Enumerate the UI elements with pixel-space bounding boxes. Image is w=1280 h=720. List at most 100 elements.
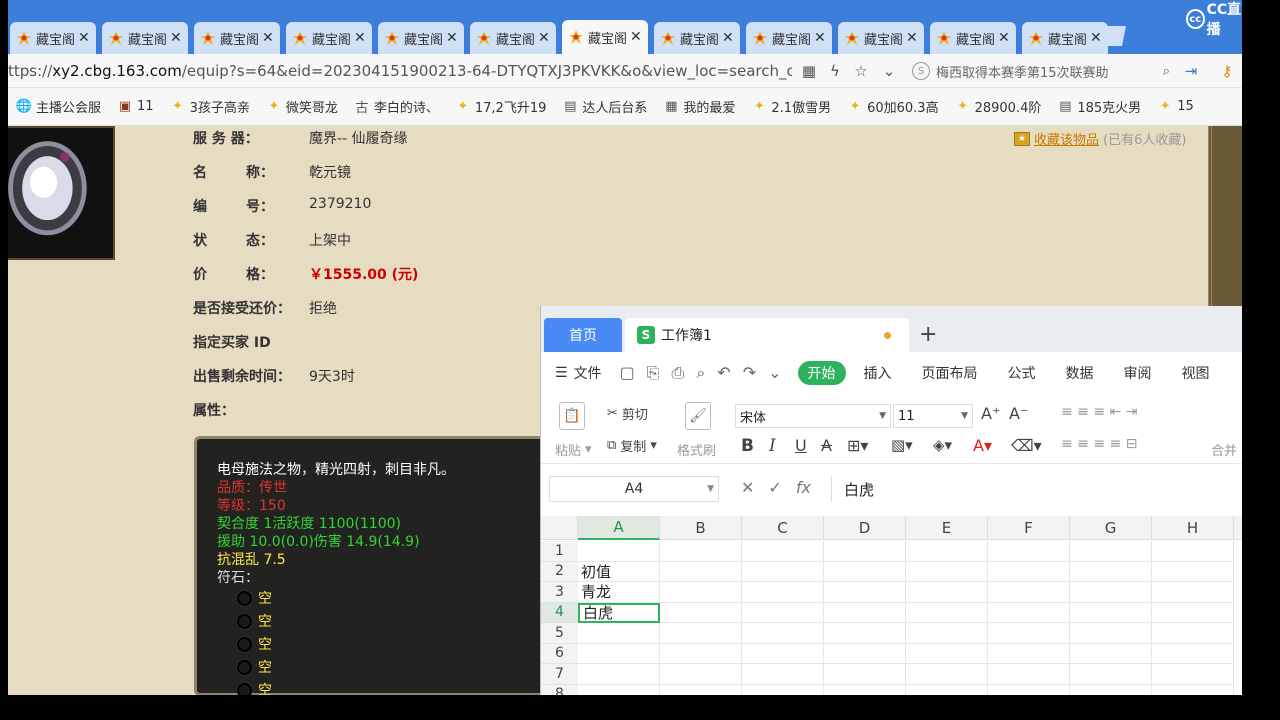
row-header[interactable]: 7 — [541, 664, 578, 685]
grid-cell[interactable] — [742, 643, 824, 664]
bookmark-item[interactable]: ✦ 3孩子高亲 — [170, 97, 250, 116]
grid-cell[interactable] — [660, 664, 742, 685]
ribbon-tab[interactable]: 公式 — [1008, 363, 1036, 383]
grid-cell[interactable] — [906, 664, 988, 685]
eraser-icon[interactable]: ⌫▾ — [1011, 436, 1042, 455]
row-header[interactable]: 5 — [541, 623, 578, 644]
close-icon[interactable]: ✕ — [354, 30, 366, 46]
strikethrough-icon[interactable]: A — [821, 436, 832, 455]
browser-tab[interactable]: 藏宝阁 ✕ — [1022, 22, 1108, 54]
file-menu[interactable]: ☰ 文件 — [555, 363, 602, 383]
column-header[interactable]: F — [988, 516, 1070, 540]
format-painter-button[interactable]: 格式刷 — [677, 440, 716, 459]
browser-tab[interactable]: 藏宝阁 ✕ — [562, 20, 648, 54]
grid-cell[interactable] — [1070, 623, 1152, 644]
chevron-down-icon[interactable]: ⌄ — [768, 363, 781, 383]
tab-start[interactable]: 开始 — [797, 361, 846, 385]
url-field[interactable]: ttps://xy2.cbg.163.com/equip?s=64&eid=20… — [8, 62, 792, 80]
login-icon[interactable]: ⇥ — [1180, 60, 1202, 82]
grid-cell[interactable] — [906, 602, 988, 623]
font-size-select[interactable]: 11 ▼ — [893, 404, 973, 428]
grid-cell[interactable] — [1070, 664, 1152, 685]
grid-cell[interactable] — [906, 684, 988, 695]
ribbon-tab[interactable]: 页面布局 — [922, 363, 978, 383]
grid-cell[interactable] — [1070, 561, 1152, 582]
lightning-icon[interactable]: ϟ — [824, 60, 846, 82]
align-top-icon[interactable]: ≡ ≡ ≡ ⇤ ⇥ — [1061, 404, 1137, 420]
decrease-font-icon[interactable]: A⁻ — [1009, 404, 1028, 423]
grid-cell[interactable] — [1070, 582, 1152, 603]
grid-cell[interactable] — [1152, 561, 1234, 582]
grid-cell[interactable] — [578, 541, 660, 562]
key-icon[interactable]: ⚷ — [1216, 60, 1238, 82]
grid-cell[interactable] — [660, 582, 742, 603]
grid-cell[interactable] — [660, 541, 742, 562]
bookmark-item[interactable]: ✦ 15 — [1157, 99, 1194, 115]
redo-icon[interactable]: ↷ — [743, 363, 756, 383]
grid-cell[interactable] — [742, 561, 824, 582]
grid-cell[interactable] — [988, 684, 1070, 695]
grid-cell[interactable] — [988, 561, 1070, 582]
grid-cell[interactable] — [742, 582, 824, 603]
grid-cell[interactable] — [660, 684, 742, 695]
grid-cell[interactable] — [988, 643, 1070, 664]
row-header[interactable]: 6 — [541, 643, 578, 664]
row-header[interactable]: 2 — [541, 561, 578, 582]
browser-tab[interactable]: 藏宝阁 ✕ — [286, 22, 372, 54]
star-icon[interactable]: ☆ — [850, 60, 872, 82]
new-tab-button[interactable] — [1098, 24, 1128, 48]
column-header[interactable]: E — [906, 516, 988, 540]
grid-cell[interactable] — [1070, 684, 1152, 695]
bookmark-item[interactable]: ✦ 17,2飞升19 — [455, 97, 546, 116]
wps-document-tab[interactable]: S 工作簿1 — [625, 318, 909, 352]
grid-cell[interactable] — [1070, 602, 1152, 623]
column-header[interactable]: C — [742, 516, 824, 540]
increase-font-icon[interactable]: A⁺ — [981, 404, 1000, 423]
select-all-corner[interactable] — [541, 516, 578, 540]
grid-cell[interactable] — [988, 582, 1070, 603]
search-icon[interactable]: ⌕ — [1163, 64, 1170, 79]
browser-tab[interactable]: 藏宝阁 ✕ — [930, 22, 1016, 54]
close-icon[interactable]: ✕ — [78, 30, 90, 46]
paste-button[interactable]: 粘贴 ▾ — [555, 440, 592, 459]
browser-tab[interactable]: 藏宝阁 ✕ — [194, 22, 280, 54]
bookmark-item[interactable]: ✦ 2.1傲雪男 — [751, 97, 831, 116]
grid-cell[interactable] — [742, 541, 824, 562]
browser-tab[interactable]: 藏宝阁 ✕ — [838, 22, 924, 54]
grid-cell[interactable] — [824, 684, 906, 695]
grid-cell[interactable] — [824, 664, 906, 685]
new-document-button[interactable]: + — [919, 322, 937, 347]
grid-cell[interactable] — [660, 602, 742, 623]
close-icon[interactable]: ✕ — [170, 30, 182, 46]
grid-cell[interactable] — [824, 623, 906, 644]
undo-icon[interactable]: ↶ — [717, 363, 730, 383]
browser-tab[interactable]: 藏宝阁 ✕ — [746, 22, 832, 54]
bookmark-item[interactable]: ✦ 60加60.3高 — [847, 97, 939, 116]
function-icon[interactable]: fx — [796, 478, 811, 497]
grid-cell[interactable] — [1070, 643, 1152, 664]
grid-cell[interactable]: 初值 — [578, 561, 660, 582]
chevron-down-icon[interactable]: ⌄ — [878, 60, 900, 82]
formula-input[interactable]: 白虎 — [831, 476, 1242, 502]
search-box[interactable]: S 梅西取得本赛季第15次联赛助 ⌕ — [912, 59, 1170, 83]
collect-link-text[interactable]: 收藏该物品 — [1034, 129, 1099, 148]
grid-cell[interactable] — [824, 541, 906, 562]
ribbon-tab[interactable]: 数据 — [1066, 363, 1094, 383]
grid-cell[interactable] — [906, 643, 988, 664]
grid-cell[interactable] — [988, 602, 1070, 623]
save-icon[interactable]: ▢ — [620, 363, 635, 383]
grid-cell[interactable] — [1152, 623, 1234, 644]
grid-cell[interactable] — [1152, 541, 1234, 562]
bookmark-item[interactable]: ▦ 我的最爱 — [663, 97, 735, 116]
grid-cell[interactable] — [1152, 582, 1234, 603]
bookmark-item[interactable]: 古李白的诗、 — [354, 97, 439, 116]
align-left-icon[interactable]: ≡ ≡ ≡ ≡ ⊟ — [1061, 436, 1137, 452]
grid-cell[interactable] — [906, 561, 988, 582]
grid-cell[interactable] — [742, 623, 824, 644]
font-color-icon[interactable]: A▾ — [973, 436, 992, 455]
grid-cell[interactable] — [988, 541, 1070, 562]
browser-tab[interactable]: 藏宝阁 ✕ — [654, 22, 740, 54]
grid-cell[interactable] — [906, 582, 988, 603]
fill-color-icon[interactable]: ◈▾ — [933, 436, 952, 454]
name-box[interactable]: A4 ▼ — [549, 476, 719, 502]
